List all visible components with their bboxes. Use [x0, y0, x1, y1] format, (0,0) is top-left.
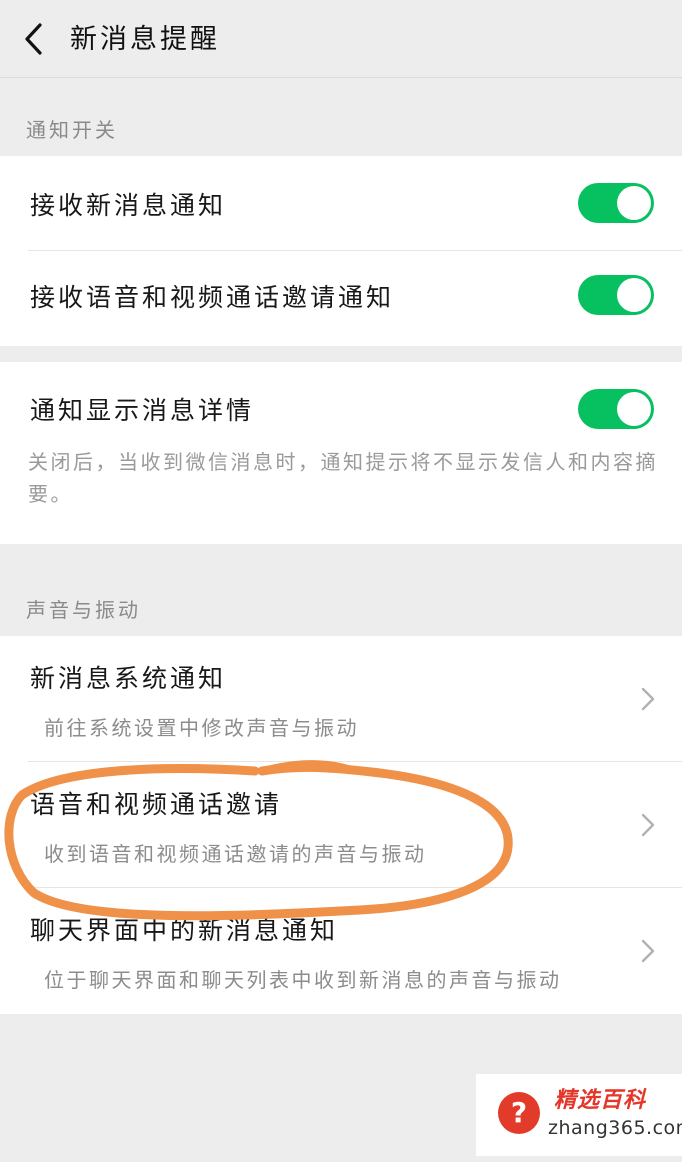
section-label-notify-switch: 通知开关	[26, 118, 118, 142]
page-title: 新消息提醒	[70, 24, 220, 55]
receive-new-message-toggle[interactable]	[578, 183, 654, 223]
nav-item-title: 聊天界面中的新消息通知	[30, 916, 339, 945]
row-receive-new-message: 接收新消息通知	[0, 156, 682, 251]
show-detail-label: 通知显示消息详情	[30, 396, 255, 425]
nav-item-system-notification[interactable]: 新消息系统通知 前往系统设置中修改声音与振动	[0, 636, 682, 762]
nav-item-chat-notification[interactable]: 聊天界面中的新消息通知 位于聊天界面和聊天列表中收到新消息的声音与振动	[0, 888, 682, 1014]
row-receive-call-invite: 接收语音和视频通话邀请通知	[0, 251, 682, 346]
toggle-knob	[617, 186, 651, 220]
notify-switch-group: 接收新消息通知 接收语音和视频通话邀请通知	[0, 156, 682, 346]
receive-new-message-label: 接收新消息通知	[30, 191, 227, 220]
nav-item-title: 新消息系统通知	[30, 664, 227, 693]
top-bar: 新消息提醒	[0, 0, 682, 78]
sound-vibrate-group: 新消息系统通知 前往系统设置中修改声音与振动 语音和视频通话邀请 收到语音和视频…	[0, 636, 682, 1014]
chevron-right-icon	[641, 939, 655, 963]
nav-item-title: 语音和视频通话邀请	[30, 790, 283, 819]
chevron-right-icon	[641, 813, 655, 837]
show-detail-group: 通知显示消息详情 关闭后，当收到微信消息时，通知提示将不显示发信人和内容摘要。	[0, 362, 682, 544]
watermark-url: zhang365.com	[548, 1117, 682, 1139]
section-label-sound-vibrate: 声音与振动	[26, 598, 141, 622]
nav-item-subtitle: 前往系统设置中修改声音与振动	[44, 716, 359, 740]
chevron-right-icon	[641, 687, 655, 711]
toggle-knob	[617, 392, 651, 426]
receive-call-invite-label: 接收语音和视频通话邀请通知	[30, 283, 395, 312]
watermark-title: 精选百科	[554, 1088, 647, 1113]
show-detail-toggle[interactable]	[578, 389, 654, 429]
watermark: ? 精选百科 zhang365.com	[476, 1074, 682, 1156]
nav-item-subtitle: 收到语音和视频通话邀请的声音与振动	[44, 842, 427, 866]
back-arrow-icon[interactable]	[22, 22, 46, 56]
nav-item-call-invite[interactable]: 语音和视频通话邀请 收到语音和视频通话邀请的声音与振动	[0, 762, 682, 888]
toggle-knob	[617, 278, 651, 312]
nav-item-subtitle: 位于聊天界面和聊天列表中收到新消息的声音与振动	[44, 968, 562, 992]
show-detail-description: 关闭后，当收到微信消息时，通知提示将不显示发信人和内容摘要。	[28, 450, 658, 506]
receive-call-invite-toggle[interactable]	[578, 275, 654, 315]
question-badge-icon: ?	[498, 1092, 540, 1134]
